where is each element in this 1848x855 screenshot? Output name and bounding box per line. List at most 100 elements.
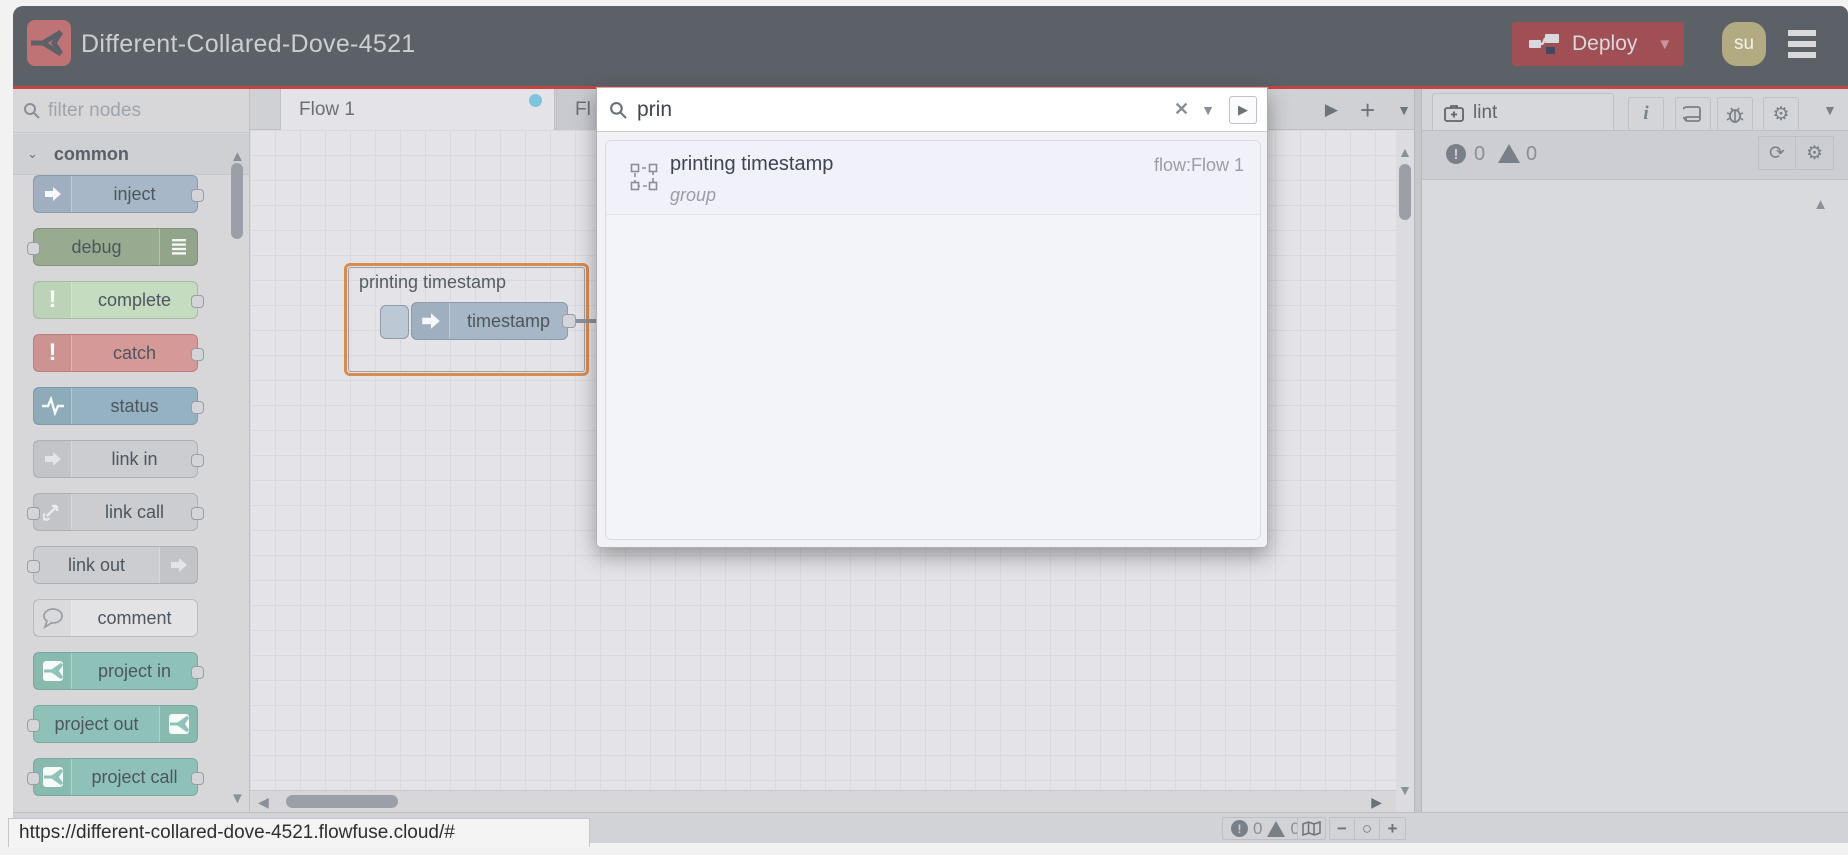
palette-node-link-call[interactable]: link call bbox=[27, 493, 204, 531]
search-expand-button[interactable]: ▶ bbox=[1229, 95, 1257, 124]
input-port[interactable] bbox=[27, 242, 40, 255]
link-icon bbox=[159, 547, 197, 583]
node-label: timestamp bbox=[466, 310, 551, 331]
exclamation-icon: ! bbox=[34, 282, 72, 318]
lint-toolbar: ! 0 0 ⟳ ⚙ bbox=[1422, 130, 1848, 180]
palette-node-link-in[interactable]: link in bbox=[33, 440, 204, 478]
canvas-vertical-scrollbar[interactable]: ▲ ▼ bbox=[1396, 130, 1414, 812]
result-flow-ref: flow:Flow 1 bbox=[1153, 155, 1244, 175]
input-port[interactable] bbox=[27, 772, 40, 785]
search-icon bbox=[609, 101, 627, 119]
result-title: printing timestamp bbox=[670, 153, 834, 175]
refresh-button[interactable]: ⟳ bbox=[1758, 136, 1796, 170]
deploy-button[interactable]: Deploy ▼ bbox=[1512, 22, 1684, 66]
clear-search-icon[interactable]: ✕ bbox=[1174, 99, 1189, 120]
sidebar-splitter[interactable] bbox=[1414, 89, 1422, 812]
output-port[interactable] bbox=[191, 454, 204, 467]
output-port[interactable] bbox=[191, 666, 204, 679]
palette-node-comment[interactable]: comment bbox=[33, 599, 198, 637]
output-port[interactable] bbox=[191, 507, 204, 520]
palette-scrollbar-thumb[interactable] bbox=[231, 163, 243, 239]
sidebar-tab-lint[interactable]: lint bbox=[1432, 93, 1614, 131]
palette-node-catch[interactable]: ! catch bbox=[33, 334, 204, 372]
tab-list-caret-icon[interactable]: ▼ bbox=[1397, 102, 1411, 118]
search-options-caret-icon[interactable]: ▼ bbox=[1201, 102, 1215, 118]
sidebar-menu-caret-icon[interactable]: ▼ bbox=[1823, 102, 1837, 118]
sidebar-scroll-up-icon[interactable]: ▲ bbox=[1813, 196, 1828, 213]
palette-node-inject[interactable]: inject bbox=[33, 175, 204, 213]
node-palette: filter nodes ⌄ common inject debug ! com… bbox=[13, 89, 250, 812]
warning-triangle-icon bbox=[1498, 144, 1520, 163]
scroll-left-icon[interactable]: ◀ bbox=[258, 794, 269, 811]
zoom-controls: − ○ + bbox=[1329, 817, 1406, 840]
zoom-in-button[interactable]: + bbox=[1380, 819, 1405, 839]
inject-trigger-button[interactable] bbox=[380, 305, 409, 339]
group-label: printing timestamp bbox=[359, 272, 507, 292]
add-flow-button[interactable]: + bbox=[1360, 97, 1375, 123]
search-flows-dialog: ✕ ▼ ▶ printing timestamp group flow:Flow… bbox=[596, 87, 1268, 548]
palette-category-common[interactable]: ⌄ common bbox=[13, 134, 249, 175]
user-avatar[interactable]: su bbox=[1722, 22, 1766, 66]
output-port[interactable] bbox=[562, 314, 576, 328]
pulse-icon bbox=[34, 388, 72, 424]
instance-title: Different-Collared-Dove-4521 bbox=[81, 30, 416, 58]
info-tab-button[interactable]: i bbox=[1628, 97, 1664, 131]
config-tab-button[interactable]: ⚙ bbox=[1763, 97, 1799, 131]
wire bbox=[576, 319, 598, 323]
palette-node-project-in[interactable]: project in bbox=[33, 652, 204, 690]
notification-counts-button[interactable]: ! 0 0 bbox=[1222, 817, 1309, 840]
lint-error-count: 0 bbox=[1474, 143, 1486, 165]
lint-settings-button[interactable]: ⚙ bbox=[1796, 136, 1834, 170]
palette-node-project-call[interactable]: project call bbox=[27, 758, 204, 796]
h-scrollbar-thumb[interactable] bbox=[286, 795, 398, 808]
input-port[interactable] bbox=[27, 719, 40, 732]
bug-icon bbox=[1725, 104, 1745, 124]
output-port[interactable] bbox=[191, 348, 204, 361]
canvas-horizontal-scrollbar[interactable]: ◀ ▶ bbox=[250, 790, 1396, 812]
flowfuse-icon bbox=[34, 653, 72, 689]
palette-node-complete[interactable]: ! complete bbox=[33, 281, 204, 319]
link-icon bbox=[34, 441, 72, 477]
search-input[interactable] bbox=[637, 97, 1157, 122]
tab-flow-1[interactable]: Flow 1 bbox=[280, 89, 555, 130]
palette-filter-field[interactable]: filter nodes bbox=[13, 89, 249, 133]
lint-kit-icon bbox=[1443, 103, 1465, 123]
palette-scroll-down-icon[interactable]: ▼ bbox=[230, 790, 245, 807]
unsaved-changes-dot bbox=[529, 94, 542, 107]
scroll-right-icon[interactable]: ▶ bbox=[1371, 794, 1382, 811]
v-scrollbar-thumb[interactable] bbox=[1399, 164, 1411, 220]
output-port[interactable] bbox=[191, 772, 204, 785]
main-menu-button[interactable] bbox=[1788, 30, 1816, 58]
output-port[interactable] bbox=[191, 401, 204, 414]
zoom-reset-button[interactable]: ○ bbox=[1355, 818, 1380, 839]
chevron-down-icon: ⌄ bbox=[27, 146, 38, 161]
input-port[interactable] bbox=[27, 560, 40, 573]
output-port[interactable] bbox=[191, 189, 204, 202]
palette-node-status[interactable]: status bbox=[33, 387, 204, 425]
inject-node-timestamp[interactable]: timestamp bbox=[411, 302, 568, 340]
zoom-out-button[interactable]: − bbox=[1330, 818, 1355, 839]
search-bar: ✕ ▼ ▶ bbox=[597, 88, 1267, 132]
help-tab-button[interactable] bbox=[1675, 97, 1711, 131]
debug-tab-button[interactable] bbox=[1717, 97, 1753, 131]
group-icon bbox=[630, 163, 658, 191]
palette-node-debug[interactable]: debug bbox=[27, 228, 198, 266]
lint-results-panel: ▲ bbox=[1422, 180, 1848, 812]
error-count-icon: ! bbox=[1446, 144, 1466, 164]
deploy-dropdown-caret-icon[interactable]: ▼ bbox=[1657, 36, 1672, 53]
scroll-down-icon[interactable]: ▼ bbox=[1398, 782, 1412, 798]
lint-warning-count: 0 bbox=[1526, 143, 1538, 165]
navigator-button[interactable] bbox=[1297, 817, 1326, 840]
header-bar: Different-Collared-Dove-4521 Deploy ▼ su bbox=[13, 6, 1848, 86]
tab-scroll-right-icon[interactable]: ▶ bbox=[1325, 100, 1338, 120]
exclamation-icon: ! bbox=[34, 335, 72, 371]
output-port[interactable] bbox=[191, 295, 204, 308]
palette-node-link-out[interactable]: link out bbox=[27, 546, 198, 584]
warning-triangle-icon bbox=[1267, 820, 1286, 837]
book-icon bbox=[1683, 105, 1703, 123]
search-result-item[interactable]: printing timestamp group flow:Flow 1 bbox=[606, 141, 1260, 215]
scroll-up-icon[interactable]: ▲ bbox=[1398, 144, 1412, 160]
palette-node-project-out[interactable]: project out bbox=[27, 705, 198, 743]
input-port[interactable] bbox=[27, 507, 40, 520]
palette-filter-placeholder: filter nodes bbox=[48, 99, 141, 121]
